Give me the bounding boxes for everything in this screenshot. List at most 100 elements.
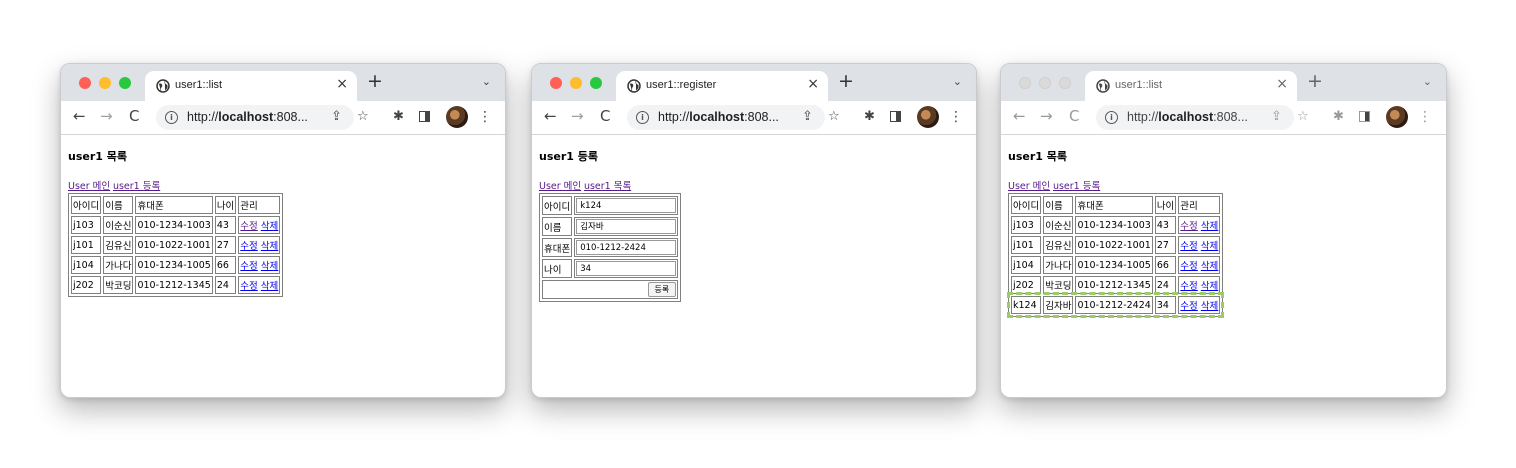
form-row: 등록 [542, 280, 679, 299]
forward-icon[interactable]: → [100, 107, 113, 125]
tab-bar: user1::list × + ⌄ [61, 64, 505, 101]
forward-icon[interactable]: → [1040, 107, 1053, 125]
more-menu-icon[interactable]: ⋮ [478, 109, 492, 125]
edit-link[interactable]: 수정 [240, 281, 257, 292]
maximize-window-button[interactable] [590, 77, 602, 89]
link-user-main[interactable]: User 메인 [1008, 181, 1050, 192]
bookmark-star-icon[interactable]: ☆ [357, 109, 369, 124]
edit-link[interactable]: 수정 [240, 221, 257, 232]
new-tab-button[interactable]: + [367, 70, 383, 92]
cell-age: 66 [1154, 256, 1177, 274]
address-bar[interactable]: i http://localhost:808... [627, 105, 825, 130]
maximize-window-button[interactable] [1059, 77, 1071, 89]
forward-icon[interactable]: → [571, 107, 584, 125]
profile-avatar[interactable] [1386, 106, 1408, 128]
phone-input[interactable]: 010-1212-2424 [576, 240, 677, 255]
delete-link[interactable]: 삭제 [1201, 221, 1218, 232]
edit-link[interactable]: 수정 [1180, 301, 1197, 312]
share-icon[interactable]: ⇪ [331, 109, 342, 124]
link-user1-register[interactable]: user1 등록 [113, 181, 160, 192]
extensions-icon[interactable]: ✱ [864, 109, 875, 124]
edit-link[interactable]: 수정 [1180, 281, 1197, 292]
header-cell: 관리 [238, 196, 281, 214]
cell-id: k124 [1011, 296, 1042, 314]
close-tab-icon[interactable]: × [1276, 76, 1288, 92]
link-user1-list[interactable]: user1 목록 [584, 181, 631, 192]
back-icon[interactable]: ← [73, 107, 86, 125]
side-panel-icon[interactable] [419, 111, 430, 122]
delete-link[interactable]: 삭제 [261, 221, 278, 232]
tab-active[interactable]: user1::list × [145, 71, 357, 101]
new-tab-button[interactable]: + [1307, 70, 1323, 92]
bookmark-star-icon[interactable]: ☆ [1297, 109, 1309, 124]
tab-search-icon[interactable]: ⌄ [482, 75, 491, 88]
cell-actions: 수정 삭제 [238, 276, 281, 294]
close-window-button[interactable] [1019, 77, 1031, 89]
address-bar[interactable]: i http://localhost:808... [156, 105, 354, 130]
share-icon[interactable]: ⇪ [802, 109, 813, 124]
more-menu-icon[interactable]: ⋮ [1418, 109, 1432, 125]
edit-link[interactable]: 수정 [1180, 261, 1197, 272]
delete-link[interactable]: 삭제 [261, 241, 278, 252]
cell-name: 이순신 [1043, 216, 1074, 234]
side-panel-icon[interactable] [890, 111, 901, 122]
tab-search-icon[interactable]: ⌄ [1423, 75, 1432, 88]
delete-link[interactable]: 삭제 [1201, 281, 1218, 292]
delete-link[interactable]: 삭제 [1201, 241, 1218, 252]
site-info-icon[interactable]: i [165, 111, 178, 124]
maximize-window-button[interactable] [119, 77, 131, 89]
new-tab-button[interactable]: + [838, 70, 854, 92]
minimize-window-button[interactable] [1039, 77, 1051, 89]
submit-button[interactable]: 등록 [647, 282, 677, 297]
form-row: 아이디 k124 [542, 196, 679, 215]
name-input[interactable]: 김자바 [576, 219, 677, 234]
close-window-button[interactable] [79, 77, 91, 89]
nav-links: User 메인 user1 목록 [539, 178, 969, 192]
reload-icon[interactable]: C [600, 107, 610, 125]
tab-search-icon[interactable]: ⌄ [953, 75, 962, 88]
edit-link[interactable]: 수정 [240, 261, 257, 272]
extensions-icon[interactable]: ✱ [393, 109, 404, 124]
side-panel-icon[interactable] [1359, 111, 1370, 122]
reload-icon[interactable]: C [129, 107, 139, 125]
header-cell: 관리 [1178, 196, 1221, 214]
age-input[interactable]: 34 [576, 261, 677, 276]
delete-link[interactable]: 삭제 [261, 261, 278, 272]
link-user-main[interactable]: User 메인 [68, 181, 110, 192]
site-info-icon[interactable]: i [1105, 111, 1118, 124]
close-tab-icon[interactable]: × [336, 76, 348, 92]
cell-age: 24 [1154, 276, 1177, 294]
globe-icon [627, 79, 641, 93]
tab-active[interactable]: user1::list × [1085, 71, 1297, 101]
browser-window-list-updated: user1::list × + ⌄ ← → C i http://localho… [1000, 63, 1447, 398]
more-menu-icon[interactable]: ⋮ [949, 109, 963, 125]
edit-link[interactable]: 수정 [1180, 221, 1197, 232]
close-window-button[interactable] [550, 77, 562, 89]
address-bar[interactable]: i http://localhost:808... [1096, 105, 1294, 130]
delete-link[interactable]: 삭제 [1201, 301, 1218, 312]
share-icon[interactable]: ⇪ [1271, 109, 1282, 124]
minimize-window-button[interactable] [99, 77, 111, 89]
cell-phone: 010-1234-1003 [135, 216, 213, 234]
extensions-icon[interactable]: ✱ [1333, 109, 1344, 124]
globe-icon [1096, 79, 1110, 93]
back-icon[interactable]: ← [544, 107, 557, 125]
delete-link[interactable]: 삭제 [261, 281, 278, 292]
link-user-main[interactable]: User 메인 [539, 181, 581, 192]
back-icon[interactable]: ← [1013, 107, 1026, 125]
profile-avatar[interactable] [917, 106, 939, 128]
site-info-icon[interactable]: i [636, 111, 649, 124]
edit-link[interactable]: 수정 [1180, 241, 1197, 252]
cell-id: j101 [71, 236, 102, 254]
minimize-window-button[interactable] [570, 77, 582, 89]
tab-active[interactable]: user1::register × [616, 71, 828, 101]
id-input[interactable]: k124 [576, 198, 677, 213]
profile-avatar[interactable] [446, 106, 468, 128]
bookmark-star-icon[interactable]: ☆ [828, 109, 840, 124]
reload-icon[interactable]: C [1069, 107, 1079, 125]
close-tab-icon[interactable]: × [807, 76, 819, 92]
delete-link[interactable]: 삭제 [1201, 261, 1218, 272]
link-user1-register[interactable]: user1 등록 [1053, 181, 1100, 192]
cell-actions: 수정 삭제 [238, 216, 281, 234]
edit-link[interactable]: 수정 [240, 241, 257, 252]
